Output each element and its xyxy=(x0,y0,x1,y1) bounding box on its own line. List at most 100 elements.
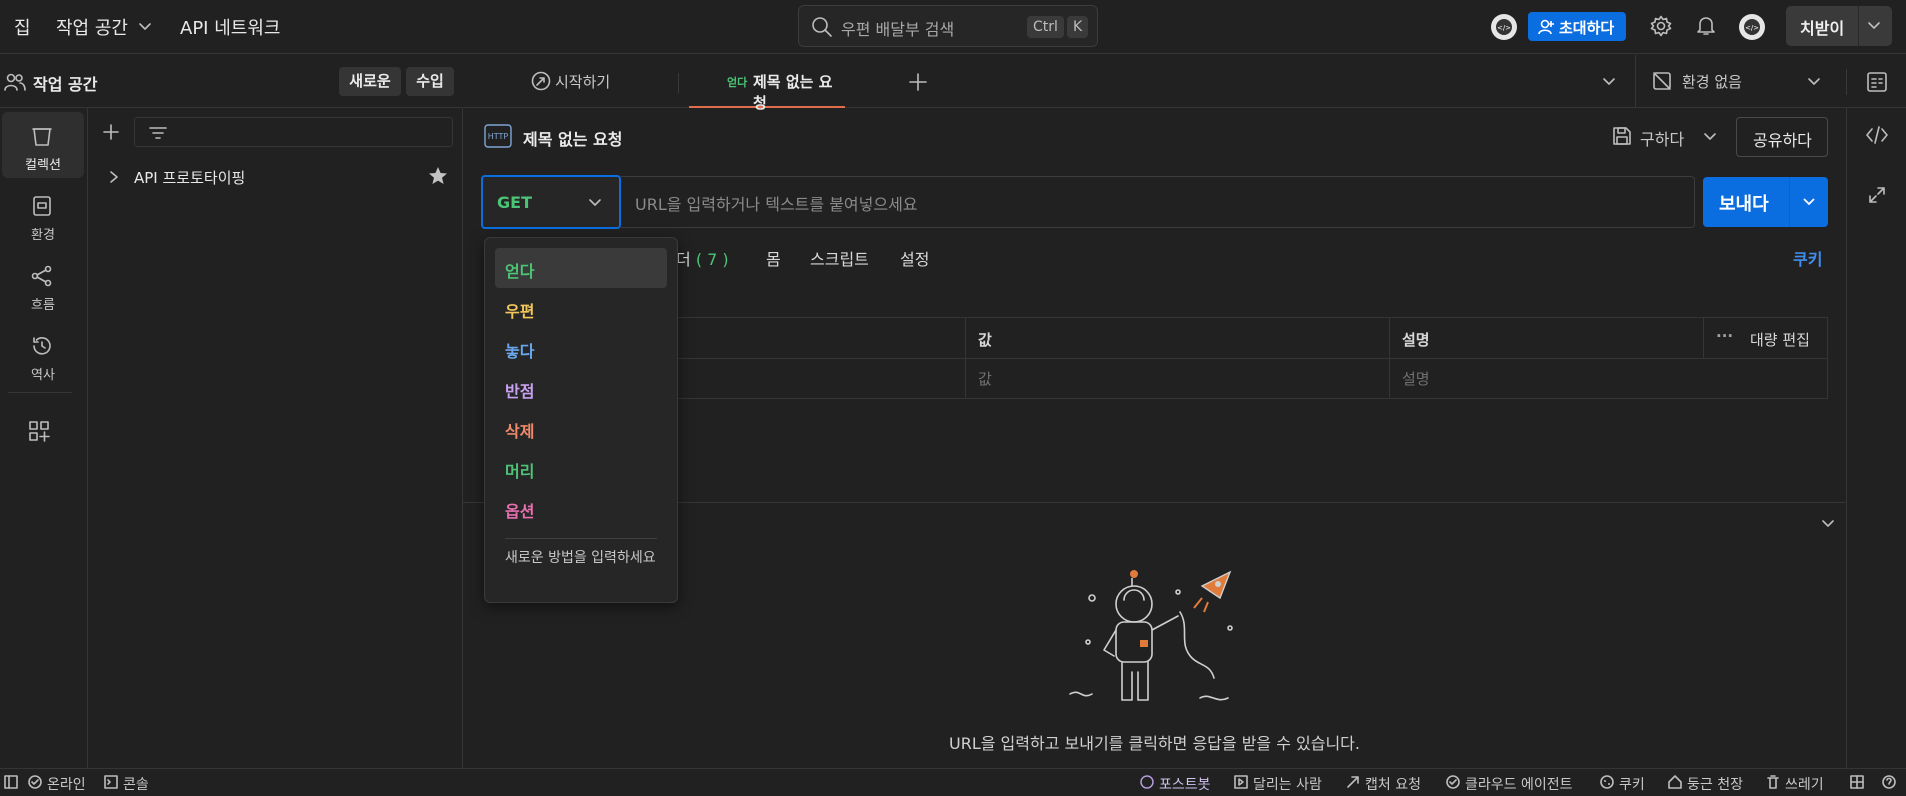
history-icon xyxy=(33,337,51,355)
star-icon[interactable] xyxy=(428,166,448,186)
send-button[interactable]: 보내다 xyxy=(1703,177,1828,227)
save-label: 구하다 xyxy=(1640,130,1685,149)
online-status[interactable]: 온라인 xyxy=(47,774,86,794)
tabs-overflow-chevron-icon[interactable] xyxy=(1601,76,1617,88)
new-button[interactable]: 새로운 xyxy=(339,67,401,96)
bell-icon[interactable] xyxy=(1696,15,1716,37)
layout-icon[interactable] xyxy=(4,775,18,789)
console-button[interactable]: 콘솔 xyxy=(123,774,149,794)
tab-scripts[interactable]: 스크립트 xyxy=(810,246,869,270)
description-cell-input[interactable]: 설명 xyxy=(1389,359,1827,399)
chevron-down-icon xyxy=(139,23,151,30)
vault-button[interactable]: 둥근 천장 xyxy=(1687,774,1743,794)
headers-label: 더 xyxy=(676,250,691,269)
kbd-k: K xyxy=(1067,16,1089,38)
new-tab-plus-icon[interactable] xyxy=(909,73,927,91)
custom-method-input[interactable]: 새로운 방법을 입력하세요 xyxy=(505,548,665,568)
postbot-button[interactable]: 포스트봇 xyxy=(1159,774,1211,794)
rail-item-environments[interactable]: 환경 xyxy=(2,182,84,248)
expand-icon[interactable] xyxy=(1868,186,1886,204)
rail-item-collections[interactable]: 컬렉션 xyxy=(2,112,84,178)
environment-quicklook-icon[interactable] xyxy=(1866,71,1888,93)
chevron-down-icon[interactable] xyxy=(1801,195,1817,209)
tab-settings[interactable]: 설정 xyxy=(900,246,929,270)
rail-label: 컬렉션 xyxy=(25,158,61,173)
value-cell-input[interactable]: 값 xyxy=(965,359,1389,399)
response-hint: URL을 입력하고 보내기를 클릭하면 응답을 받을 수 있습니다. xyxy=(949,734,1360,753)
headers-count: ( 7 ) xyxy=(695,250,729,269)
method-option-patch[interactable]: 반점 xyxy=(495,368,667,408)
environment-icon xyxy=(33,196,51,216)
method-option-options[interactable]: 옵션 xyxy=(495,488,667,528)
url-input[interactable]: URL을 입력하거나 텍스트를 붙여넣으세요 xyxy=(621,176,1695,228)
method-option-head[interactable]: 머리 xyxy=(495,448,667,488)
cookies-link[interactable]: 쿠키 xyxy=(1793,246,1822,270)
method-option-delete[interactable]: 삭제 xyxy=(495,408,667,448)
runner-button[interactable]: 달리는 사람 xyxy=(1253,774,1322,794)
request-title: 제목 없는 요청 xyxy=(523,130,623,149)
vault-icon xyxy=(1668,775,1682,789)
filter-input[interactable] xyxy=(134,117,453,147)
collection-item[interactable]: API 프로토타이핑 xyxy=(108,164,453,190)
astronaut-illustration-icon xyxy=(1069,570,1233,701)
trash-button[interactable]: 쓰레기 xyxy=(1785,774,1824,794)
import-button[interactable]: 수입 xyxy=(406,67,454,96)
tab-getting-started[interactable]: 시작하기 xyxy=(531,55,641,108)
add-widget-icon[interactable] xyxy=(28,420,50,442)
environment-selector[interactable]: 환경 없음 xyxy=(1635,55,1833,108)
collection-name: API 프로토타이핑 xyxy=(134,169,246,187)
home-link[interactable]: 집 xyxy=(14,14,31,40)
bulk-edit[interactable]: ··· 대량 편집 xyxy=(1703,318,1827,358)
tab-body[interactable]: 몸 xyxy=(766,246,781,270)
grid-icon[interactable] xyxy=(1850,775,1864,789)
chevron-down-icon[interactable] xyxy=(1866,19,1882,33)
tab-headers[interactable]: 더 ( 7 ) xyxy=(676,246,729,270)
check-circle-icon xyxy=(28,775,42,789)
code-icon[interactable] xyxy=(1866,126,1888,144)
save-icon xyxy=(1613,127,1631,145)
method-selector[interactable]: GET xyxy=(481,175,621,229)
user-avatar-icon[interactable]: </> xyxy=(1738,13,1766,41)
method-option-post[interactable]: 우편 xyxy=(495,288,667,328)
plus-icon[interactable] xyxy=(103,124,119,140)
svg-text:HTTP: HTTP xyxy=(488,132,509,141)
capture-icon xyxy=(1347,776,1359,788)
tab-label: 제목 없는 요청 xyxy=(753,73,833,112)
cookies-button[interactable]: 쿠키 xyxy=(1619,774,1645,794)
rail-item-flows[interactable]: 흐름 xyxy=(2,252,84,318)
trash-icon xyxy=(1767,775,1779,789)
api-network-link[interactable]: API 네트워크 xyxy=(180,14,280,40)
rail-item-history[interactable]: 역사 xyxy=(2,322,84,388)
top-bar: 집 작업 공간 API 네트워크 우편 배달부 검색 Ctrl K </> 초대… xyxy=(0,0,1906,54)
help-icon[interactable] xyxy=(1882,775,1896,789)
share-button[interactable]: 공유하다 xyxy=(1736,117,1828,157)
workspace-menu[interactable]: 작업 공간 xyxy=(56,14,128,40)
save-button[interactable]: 구하다 xyxy=(1612,118,1722,154)
rail-label: 흐름 xyxy=(31,298,55,313)
flows-icon xyxy=(31,265,52,287)
capture-requests-button[interactable]: 캡처 요청 xyxy=(1365,774,1421,794)
upgrade-button[interactable]: 치받이 xyxy=(1786,6,1892,46)
method-option-get[interactable]: 얻다 xyxy=(495,248,667,288)
status-bar: 온라인 콘솔 포스트봇 달리는 사람 캡처 요청 클라우드 에이전트 쿠키 둥근… xyxy=(0,768,1906,796)
bulk-edit-label: 대량 편집 xyxy=(1750,331,1810,349)
cloud-agent-button[interactable]: 클라우드 에이전트 xyxy=(1465,774,1573,794)
gear-icon[interactable] xyxy=(1650,15,1672,37)
postbot-avatar-icon[interactable]: </> xyxy=(1490,13,1518,41)
params-table: 값 설명 ··· 대량 편집 값 설명 xyxy=(662,317,1828,399)
rail-label: 역사 xyxy=(31,368,55,383)
send-label: 보내다 xyxy=(1719,194,1769,215)
collections-sidebar: API 프로토타이핑 xyxy=(88,108,463,768)
invite-button[interactable]: 초대하다 xyxy=(1528,12,1626,41)
tab-untitled-request[interactable]: 얻다 제목 없는 요청 xyxy=(689,55,845,112)
tab-method-badge: 얻다 xyxy=(727,76,748,89)
more-icon[interactable]: ··· xyxy=(1716,327,1733,345)
no-environment-icon xyxy=(1653,72,1671,90)
collapse-response-chevron-icon[interactable] xyxy=(1820,518,1836,530)
right-rail xyxy=(1846,108,1906,768)
method-option-put[interactable]: 놓다 xyxy=(495,328,667,368)
method-dropdown: 얻다 우편 놓다 반점 삭제 머리 옵션 새로운 방법을 입력하세요 xyxy=(484,237,678,603)
search-bar[interactable]: 우편 배달부 검색 Ctrl K xyxy=(798,5,1098,47)
chevron-down-icon[interactable] xyxy=(1702,131,1718,143)
svg-text:</>: </> xyxy=(1745,24,1759,32)
